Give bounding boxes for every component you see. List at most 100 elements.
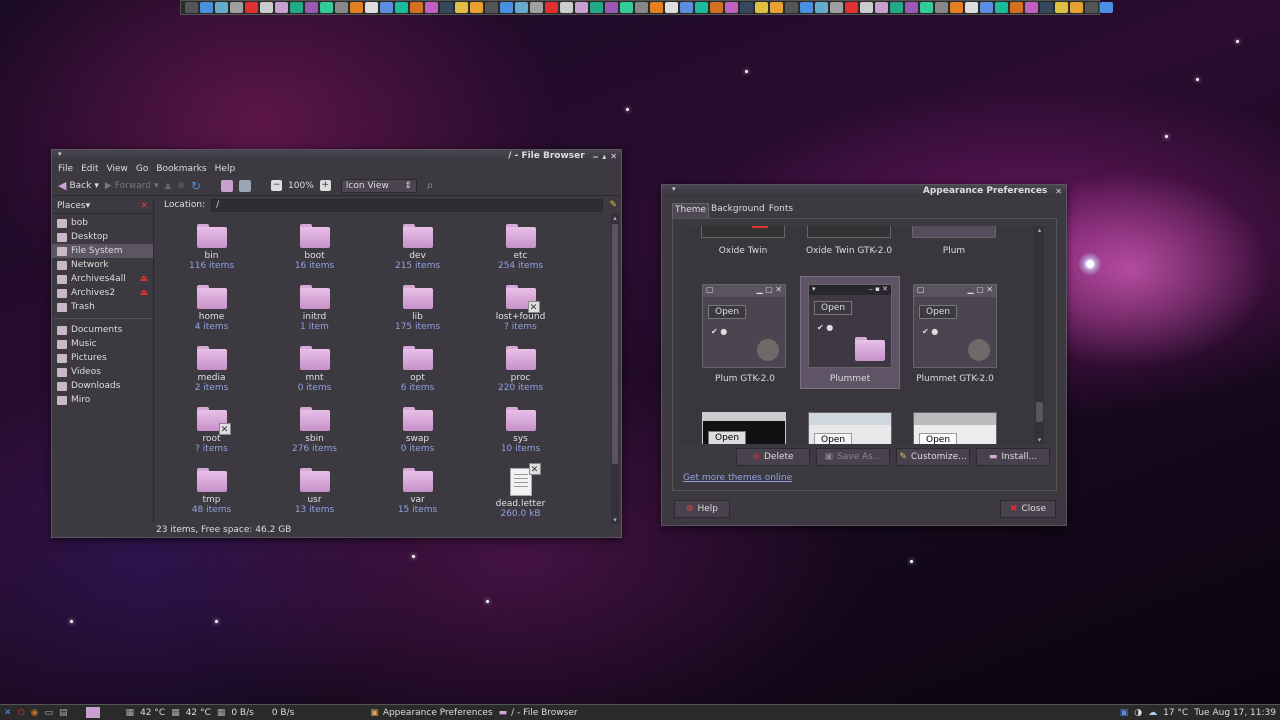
computer-icon[interactable]	[239, 179, 252, 192]
terminal-icon[interactable]: ▤	[59, 708, 68, 718]
launcher-icon[interactable]	[470, 2, 483, 13]
launcher-icon[interactable]	[215, 2, 228, 13]
vertical-scrollbar[interactable]: ▴ ▾	[611, 214, 619, 524]
launcher-icon[interactable]	[890, 2, 903, 13]
tab-theme[interactable]: Theme	[672, 203, 710, 218]
launcher-icon[interactable]	[440, 2, 453, 13]
file-item[interactable]: etc 254 items	[469, 224, 572, 271]
task-file-browser[interactable]: ▬ / - File Browser	[499, 708, 578, 718]
launcher-icon[interactable]	[500, 2, 513, 13]
launcher-icon[interactable]	[590, 2, 603, 13]
launcher-icon[interactable]	[260, 2, 273, 13]
launcher-icon[interactable]	[860, 2, 873, 13]
file-item[interactable]: opt 6 items	[366, 346, 469, 393]
delete-button[interactable]: ⊘ Delete	[736, 448, 810, 466]
menu-item-bookmarks[interactable]: Bookmarks	[156, 164, 206, 174]
update-tray-icon[interactable]: ◑	[1134, 708, 1142, 718]
launcher-icon[interactable]	[935, 2, 948, 13]
launcher-icon[interactable]	[395, 2, 408, 13]
file-item[interactable]: swap 0 items	[366, 407, 469, 454]
launcher-icon[interactable]	[335, 2, 348, 13]
launcher-icon[interactable]	[560, 2, 573, 13]
file-item[interactable]: sbin 276 items	[263, 407, 366, 454]
file-item[interactable]: usr 13 items	[263, 468, 366, 519]
launcher-icon[interactable]	[290, 2, 303, 13]
launcher-icon[interactable]	[965, 2, 978, 13]
clock[interactable]: Tue Aug 17, 11:39	[1194, 708, 1276, 718]
theme-preview-plummet[interactable]: ▾ ‒ ▪ ✕ Open ✔ ●	[808, 284, 892, 368]
launcher-icon[interactable]	[1085, 2, 1098, 13]
sidebar-item-trash[interactable]: Trash	[52, 300, 153, 314]
launcher-icon[interactable]	[650, 2, 663, 13]
window-menu-icon[interactable]: ▾	[672, 185, 676, 193]
launcher-icon[interactable]	[545, 2, 558, 13]
file-item[interactable]: ✕ lost+found? items	[469, 285, 572, 332]
save-as-button[interactable]: ▣ Save As...	[816, 448, 890, 466]
bookmark-videos[interactable]: Videos	[52, 365, 153, 379]
menu-item-file[interactable]: File	[58, 164, 73, 174]
file-item[interactable]: home 4 items	[160, 285, 263, 332]
stop-icon[interactable]: ⊗	[177, 181, 185, 191]
menu-item-go[interactable]: Go	[136, 164, 148, 174]
location-input[interactable]: /	[211, 198, 604, 212]
launcher-icon[interactable]	[530, 2, 543, 13]
launcher-icon[interactable]	[950, 2, 963, 13]
file-item[interactable]: mnt 0 items	[263, 346, 366, 393]
launcher-icon[interactable]	[365, 2, 378, 13]
launcher-icon[interactable]	[800, 2, 813, 13]
window-menu-icon[interactable]: ▾	[58, 150, 62, 158]
launcher-icon[interactable]	[200, 2, 213, 13]
up-icon[interactable]: ▲	[165, 181, 172, 191]
bookmark-downloads[interactable]: Downloads	[52, 379, 153, 393]
file-item[interactable]: sys 10 items	[469, 407, 572, 454]
places-dropdown[interactable]: Places▾	[57, 201, 90, 211]
theme-preview-plum-gtk[interactable]: ▢ ▁ ▢ ✕ Open ✔ ●	[702, 284, 786, 368]
appearance-titlebar[interactable]: ▾ Appearance Preferences ✕	[662, 185, 1066, 197]
file-item[interactable]: dev 215 items	[366, 224, 469, 271]
scroll-thumb[interactable]	[1036, 402, 1043, 422]
file-item[interactable]: initrd 1 item	[263, 285, 366, 332]
menu-item-edit[interactable]: Edit	[81, 164, 98, 174]
launcher-icon[interactable]	[875, 2, 888, 13]
launcher-icon[interactable]	[230, 2, 243, 13]
customize-button[interactable]: ✎ Customize...	[896, 448, 970, 466]
launcher-icon[interactable]	[785, 2, 798, 13]
power-icon[interactable]: ⏻	[18, 708, 25, 718]
launcher-icon[interactable]	[575, 2, 588, 13]
maximize-icon[interactable]: ▴	[602, 152, 606, 161]
launcher-icon[interactable]	[740, 2, 753, 13]
launcher-icon[interactable]	[845, 2, 858, 13]
sidebar-item-archives4all[interactable]: Archives4all ⏏	[52, 272, 153, 286]
theme-preview-plummet-gtk[interactable]: ▢ ▁ ▢ ✕ Open ✔ ●	[913, 284, 997, 368]
help-button[interactable]: ⊕ Help	[674, 500, 730, 518]
launcher-icon[interactable]	[635, 2, 648, 13]
home-icon[interactable]	[221, 179, 234, 192]
launcher-icon[interactable]	[320, 2, 333, 13]
zoom-out-icon[interactable]: −	[271, 180, 283, 191]
launcher-icon[interactable]	[1040, 2, 1053, 13]
file-item[interactable]: tmp 48 items	[160, 468, 263, 519]
file-item[interactable]: var 15 items	[366, 468, 469, 519]
sidebar-item-network[interactable]: Network	[52, 258, 153, 272]
bookmark-music[interactable]: Music	[52, 337, 153, 351]
launcher-icon[interactable]	[710, 2, 723, 13]
menu-item-help[interactable]: Help	[215, 164, 236, 174]
launcher-icon[interactable]	[380, 2, 393, 13]
task-appearance[interactable]: ▣ Appearance Preferences	[370, 708, 492, 718]
theme-preview[interactable]: Open	[702, 412, 786, 444]
eject-icon[interactable]: ⏏	[139, 288, 148, 298]
install-button[interactable]: ▬ Install...	[976, 448, 1050, 466]
monitor-icon[interactable]: ▭	[45, 708, 54, 718]
launcher-icon[interactable]	[455, 2, 468, 13]
launcher-icon[interactable]	[410, 2, 423, 13]
eject-icon[interactable]: ⏏	[139, 274, 148, 284]
launcher-icon[interactable]	[485, 2, 498, 13]
bookmark-pictures[interactable]: Pictures	[52, 351, 153, 365]
theme-preview-oxide-twin[interactable]	[701, 226, 785, 238]
file-item[interactable]: ✕ dead.letter 260.0 kB	[469, 463, 572, 519]
sidebar-item-file-system[interactable]: File System	[52, 244, 153, 258]
scroll-thumb[interactable]	[612, 224, 618, 464]
launcher-icon[interactable]	[695, 2, 708, 13]
launcher-icon[interactable]	[620, 2, 633, 13]
launcher-icon[interactable]	[680, 2, 693, 13]
